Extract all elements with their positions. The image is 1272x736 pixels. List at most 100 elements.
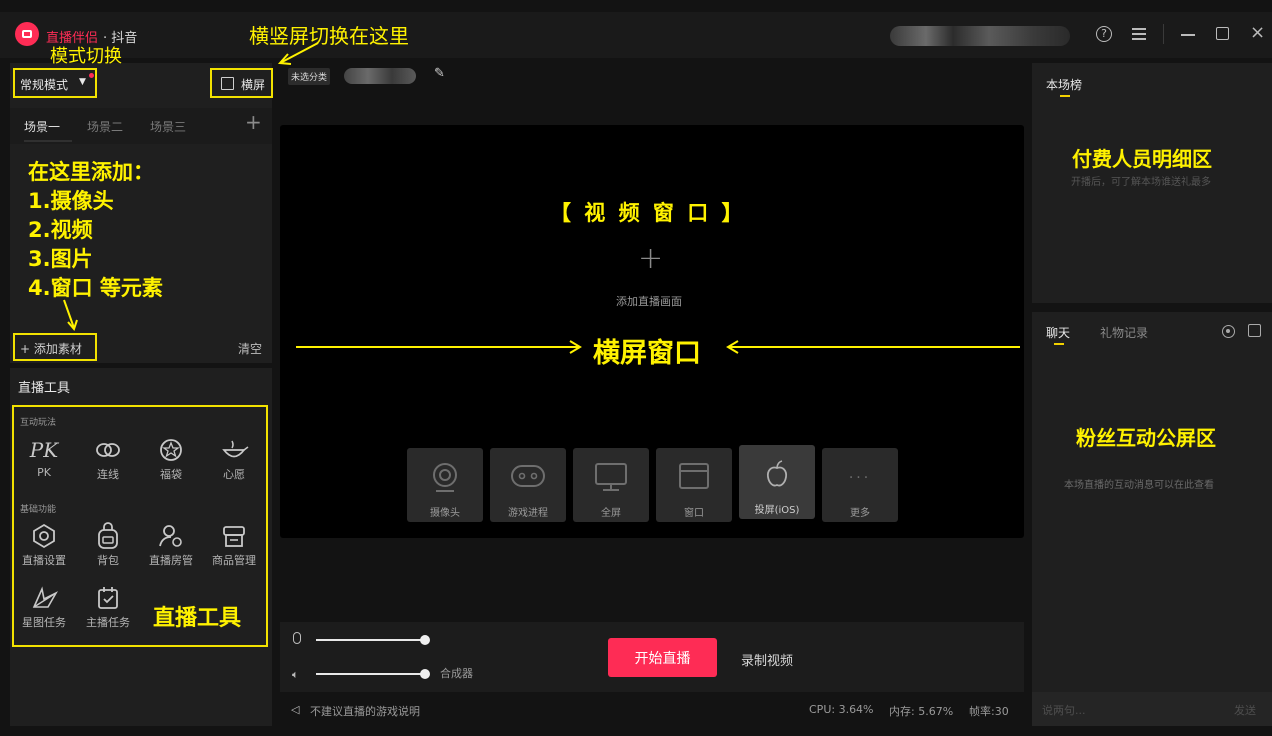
source-camera[interactable]: 摄像头 (407, 448, 483, 522)
record-video-button[interactable]: 录制视频 (741, 650, 793, 669)
tool-lucky-bag[interactable]: 福袋 (143, 436, 199, 482)
backpack-icon (80, 522, 136, 550)
popout-icon[interactable] (1248, 324, 1261, 337)
tool-star-map[interactable]: 星图任务 (16, 584, 72, 630)
tab-scene-2[interactable]: 场景二 (87, 118, 123, 135)
add-material-label: + 添加素材 (20, 342, 82, 356)
tool-star-map-label: 星图任务 (22, 616, 66, 629)
account-avatar[interactable] (890, 26, 1070, 46)
source-window[interactable]: 窗口 (656, 448, 732, 522)
window-icon (656, 462, 732, 492)
orientation-icon (221, 77, 234, 90)
basic-section-title: 基础功能 (20, 505, 57, 515)
ranking-panel: 本场榜 付费人员明细区 开播后，可了解本场谁送礼最多 (1032, 63, 1272, 303)
chat-empty-text: 本场直播的互动消息可以在此查看 (1064, 480, 1214, 491)
interactive-section-title: 互动玩法 (20, 418, 57, 428)
menu-icon[interactable] (1132, 27, 1146, 41)
tool-store[interactable]: 商品管理 (206, 522, 262, 568)
clear-button[interactable]: 清空 (238, 340, 262, 357)
fan-chat-annotation: 粉丝互动公屏区 (1076, 426, 1216, 450)
mode-label: 常规模式 (20, 78, 69, 92)
task-icon (80, 584, 136, 612)
red-dot-badge (89, 73, 94, 78)
source-window-label: 窗口 (684, 508, 704, 519)
add-screen-plus-icon[interactable]: + (638, 241, 663, 276)
add-material-button[interactable]: + 添加素材 (13, 333, 97, 361)
tool-pk-label: PK (37, 466, 51, 479)
add-item-2: 2.视频 (28, 218, 93, 242)
source-game-label: 游戏进程 (508, 508, 548, 519)
tab-scene-1-underline (24, 140, 72, 142)
live-tools-annotation: 直播工具 (153, 606, 242, 631)
speaker-slider-knob[interactable] (420, 669, 430, 679)
tab-scene-3[interactable]: 场景三 (150, 118, 186, 135)
minimize-icon[interactable] (1181, 34, 1195, 36)
add-item-4: 4.窗口 等元素 (28, 276, 163, 300)
tab-ranking-underline (1060, 95, 1070, 97)
send-label: 发送 (1234, 704, 1256, 717)
source-ios-cast-label: 投屏(iOS) (754, 505, 800, 516)
tool-anchor-task[interactable]: 主播任务 (80, 584, 136, 630)
start-live-label: 开始直播 (634, 651, 691, 667)
tab-ranking[interactable]: 本场榜 (1046, 76, 1082, 93)
category-badge[interactable]: 未选分类 (288, 68, 331, 85)
settings-hex-icon (16, 522, 72, 550)
mic-slider-knob[interactable] (420, 635, 430, 645)
tool-pk[interactable]: PK PK (16, 436, 72, 479)
mic-icon[interactable] (293, 632, 301, 644)
speaker-slider[interactable] (316, 673, 426, 675)
start-live-button[interactable]: 开始直播 (608, 638, 717, 677)
source-ios-cast[interactable]: 投屏(iOS) (739, 445, 815, 519)
source-fullscreen[interactable]: 全屏 (573, 448, 649, 522)
orientation-annotation: 横竖屏切换在这里 (249, 24, 409, 48)
tab-scene-1[interactable]: 场景一 (24, 118, 60, 135)
help-icon[interactable]: ? (1096, 26, 1112, 42)
add-here-annotation: 在这里添加： 1.摄像头 2.视频 3.图片 4.窗口 等元素 (28, 158, 163, 303)
edit-title-icon[interactable]: ✎ (434, 66, 445, 81)
source-more[interactable]: ··· 更多 (822, 448, 898, 522)
add-here-title: 在这里添加： (28, 160, 154, 184)
source-game[interactable]: 游戏进程 (490, 448, 566, 522)
add-scene-icon[interactable]: + (245, 110, 262, 134)
speaker-icon[interactable]: 🔈︎ (292, 668, 299, 682)
lucky-bag-icon (143, 436, 199, 464)
mode-switch-button[interactable]: 常规模式 ▼ (13, 68, 97, 98)
tool-anchor-task-label: 主播任务 (86, 616, 130, 629)
more-icon: ··· (848, 470, 872, 486)
close-icon[interactable]: × (1250, 24, 1266, 42)
tool-room-admin[interactable]: 直播房管 (143, 522, 199, 568)
app-logo-icon (15, 22, 39, 46)
tool-backpack[interactable]: 背包 (80, 522, 136, 568)
category-row: 未选分类 ✎ (288, 66, 488, 86)
chat-input[interactable]: 说两句... (1032, 692, 1218, 726)
apple-icon (739, 459, 815, 489)
control-bar: 🔈︎ 合成器 开始直播 录制视频 (280, 622, 1024, 692)
tab-chat[interactable]: 聊天 (1046, 324, 1070, 341)
maximize-icon[interactable] (1216, 27, 1229, 40)
landscape-arrow-right (726, 340, 1020, 354)
tool-backpack-label: 背包 (97, 554, 119, 567)
send-button[interactable]: 发送 (1218, 692, 1272, 726)
landscape-arrow-left (296, 340, 582, 354)
tool-link-label: 连线 (97, 468, 119, 481)
tool-live-settings[interactable]: 直播设置 (16, 522, 72, 568)
game-notice-link[interactable]: 不建议直播的游戏说明 (310, 703, 420, 719)
add-screen-label: 添加直播画面 (616, 295, 682, 308)
tool-wish[interactable]: 心愿 (206, 436, 262, 482)
orientation-button[interactable]: 横屏 (210, 68, 273, 98)
source-fullscreen-label: 全屏 (601, 508, 621, 519)
tool-store-label: 商品管理 (212, 554, 256, 567)
pk-icon: PK (29, 438, 59, 462)
chat-settings-icon[interactable] (1222, 325, 1235, 338)
chat-panel: 聊天 礼物记录 粉丝互动公屏区 本场直播的互动消息可以在此查看 说两句... 发… (1032, 312, 1272, 726)
video-window-annotation: 【 视 频 窗 口 】 (550, 201, 746, 225)
add-item-1: 1.摄像头 (28, 189, 114, 213)
tool-link[interactable]: 连线 (80, 436, 136, 482)
tab-gift-record[interactable]: 礼物记录 (1100, 324, 1148, 341)
mic-slider[interactable] (316, 639, 426, 641)
orientation-label: 横屏 (241, 78, 266, 92)
mixer-label[interactable]: 合成器 (440, 665, 473, 681)
mode-switch-annotation: 模式切换 (50, 46, 122, 67)
live-tools-title: 直播工具 (18, 381, 71, 396)
video-window[interactable]: 【 视 频 窗 口 】 + 添加直播画面 横屏窗口 摄像头 游戏进程 全屏 窗口… (280, 125, 1024, 538)
